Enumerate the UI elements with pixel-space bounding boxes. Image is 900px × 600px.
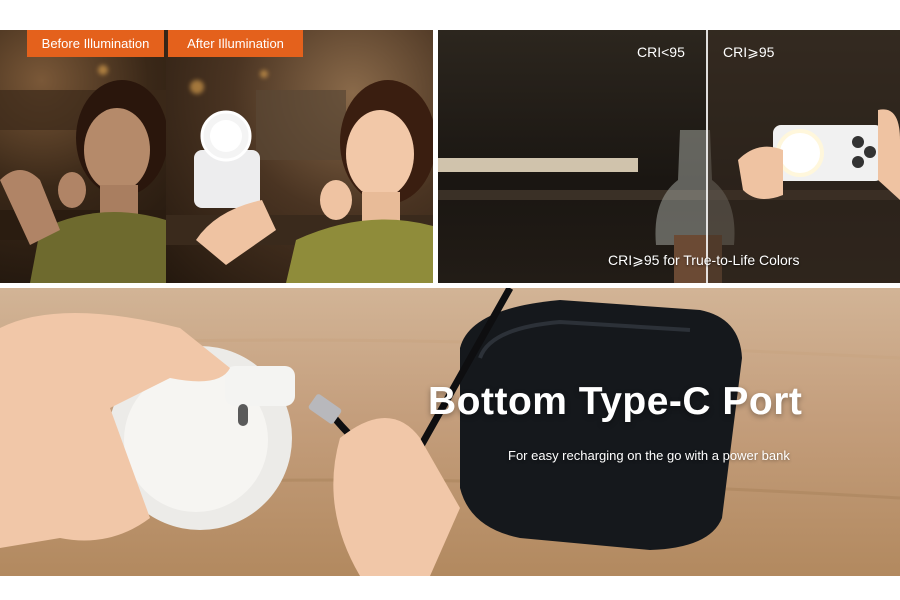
type-c-port-panel: Bottom Type-C Port For easy recharging o… — [0, 288, 900, 576]
headline: Bottom Type-C Port — [428, 380, 803, 423]
cri-comparison-scene — [438, 30, 900, 283]
bokeh-light — [190, 80, 204, 94]
cri-divider — [706, 30, 708, 283]
before-illumination-scene — [0, 80, 166, 283]
subheadline: For easy recharging on the go with a pow… — [508, 448, 790, 463]
cri-low-label: CRI<95 — [637, 44, 685, 60]
type-c-port-scene — [0, 288, 900, 576]
before-after-photo-panel: Before Illumination After Illumination — [0, 30, 433, 283]
after-illumination-photo — [166, 30, 433, 283]
bokeh-light — [98, 65, 108, 75]
cri-comparison-panel: CRI<95 CRI⩾95 CRI⩾95 for True-to-Life Co… — [438, 30, 900, 283]
after-illumination-label: After Illumination — [168, 30, 303, 57]
cri-high-label: CRI⩾95 — [723, 44, 775, 60]
after-illumination-scene — [166, 80, 433, 283]
bokeh-light — [260, 70, 268, 78]
before-illumination-label: Before Illumination — [27, 30, 164, 57]
before-illumination-photo — [0, 30, 166, 283]
cri-caption: CRI⩾95 for True-to-Life Colors — [608, 252, 800, 268]
